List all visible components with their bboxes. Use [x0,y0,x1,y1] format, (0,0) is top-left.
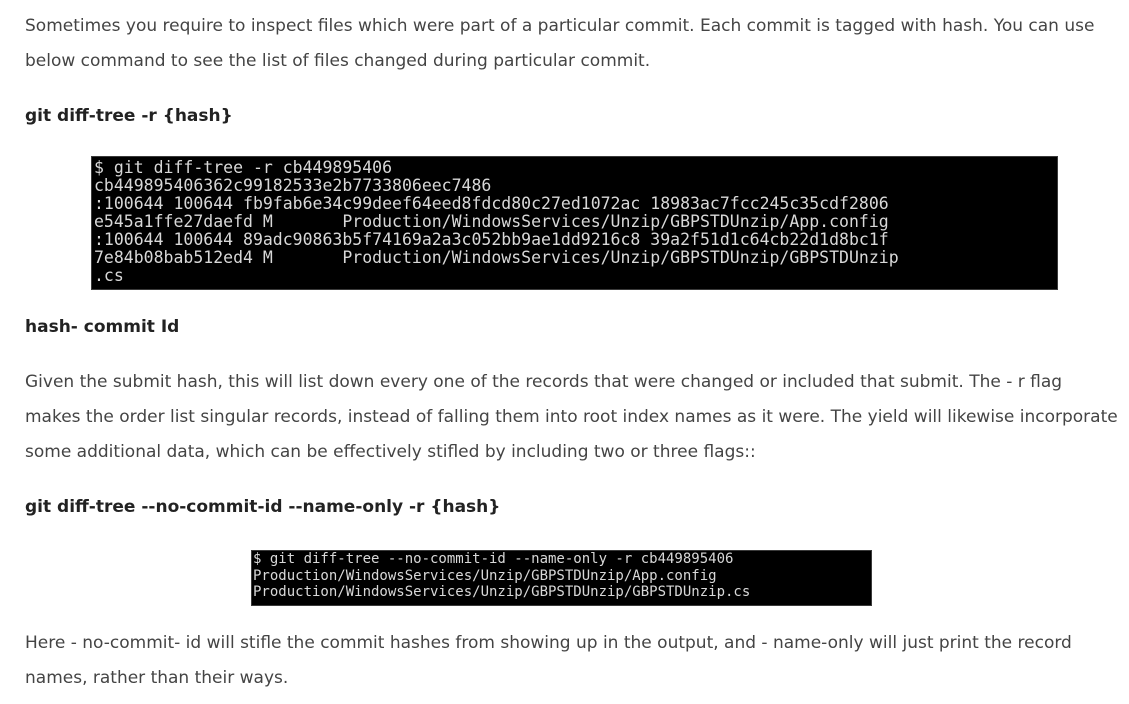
terminal-line: Production/WindowsServices/Unzip/GBPSTDU… [253,584,751,600]
terminal-line: Production/WindowsServices/Unzip/GBPSTDU… [253,567,717,584]
terminal-line: :100644 100644 fb9fab6e34c99deef64eed8fd… [94,194,889,213]
terminal-line: $ git diff-tree --no-commit-id --name-on… [253,551,734,567]
terminal-line: 7e84b08bab512ed4 M Production/WindowsSer… [94,248,899,267]
description-paragraph: Given the submit hash, this will list do… [25,372,1118,462]
hash-heading: hash- commit Id [25,317,180,337]
command2-heading: git diff-tree --no-commit-id --name-only… [25,497,501,517]
terminal-screenshot-name-only: $ git diff-tree --no-commit-id --name-on… [251,550,872,606]
terminal-line: e545a1ffe27daefd M Production/WindowsSer… [94,212,889,231]
outro-paragraph: Here - no-commit- id will stifle the com… [25,633,1072,688]
terminal-line: cb449895406362c99182533e2b7733806eec7486 [94,176,492,195]
terminal-line: $ git diff-tree -r cb449895406 [94,158,393,177]
intro-paragraph: Sometimes you require to inspect files w… [25,16,1095,71]
terminal-line: :100644 100644 89adc90863b5f74169a2a3c05… [94,230,889,249]
command1-heading: git diff-tree -r {hash} [25,106,233,126]
terminal-line: .cs [94,266,124,285]
terminal-screenshot-diff-tree: $ git diff-tree -r cb449895406 cb4498954… [91,156,1058,290]
